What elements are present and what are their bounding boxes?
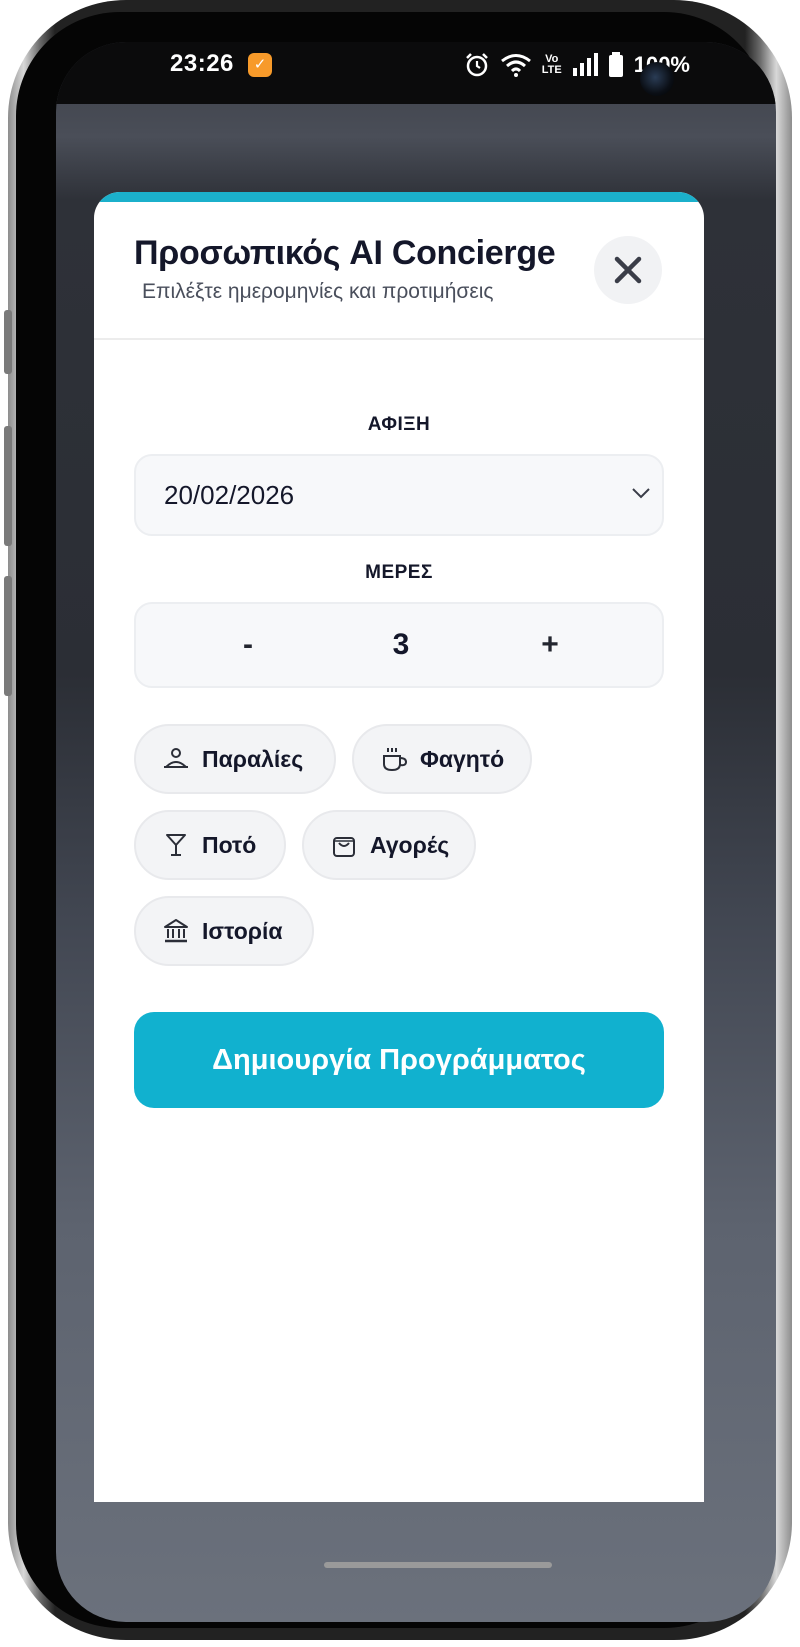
close-button[interactable] — [594, 236, 662, 304]
volte-icon: Vo LTE — [542, 54, 562, 76]
concierge-modal: Προσωπικός AI Concierge Επιλέξτε ημερομη… — [94, 192, 704, 1502]
generate-itinerary-button[interactable]: Δημιουργία Προγράμματος — [134, 1012, 664, 1108]
days-stepper: - 3 + — [134, 602, 664, 688]
phone-bezel: 23:26 ✓ Vo LTE Προσωπικός AI Concierge Ε… — [16, 12, 776, 1628]
increment-button[interactable]: + — [510, 604, 590, 686]
chip-label: Φαγητό — [420, 745, 505, 772]
days-label: ΜΕΡΕΣ — [365, 562, 433, 583]
modal-header: Προσωπικός AI Concierge Επιλέξτε ημερομη… — [94, 202, 704, 340]
front-camera — [640, 62, 674, 96]
chip-history[interactable]: Ιστορία — [134, 896, 314, 966]
chip-label: Παραλίες — [202, 745, 304, 772]
arrival-label: ΑΦΙΞΗ — [367, 414, 431, 435]
wifi-icon — [500, 54, 531, 77]
arrival-date-select[interactable]: 20/02/2026 — [134, 454, 664, 536]
chip-shopping[interactable]: Αγορές — [302, 810, 476, 880]
app-notification-icon: ✓ — [248, 53, 272, 77]
alarm-icon — [465, 53, 488, 77]
cocktail-glass-icon — [166, 834, 186, 856]
signal-icon — [572, 53, 598, 76]
volte-bottom-text: LTE — [541, 64, 562, 76]
chip-drinks[interactable]: Ποτό — [134, 810, 286, 880]
chip-label: Ιστορία — [202, 917, 283, 944]
chevron-down-icon — [632, 488, 650, 499]
museum-icon — [164, 919, 188, 943]
modal-subtitle: Επιλέξτε ημερομηνίες και προτιμήσεις — [142, 280, 494, 303]
shopping-bag-icon — [333, 837, 355, 857]
chip-food[interactable]: Φαγητό — [352, 724, 532, 794]
battery-icon — [608, 52, 623, 77]
screen: 23:26 ✓ Vo LTE Προσωπικός AI Concierge Ε… — [56, 42, 776, 1622]
chip-beaches[interactable]: Παραλίες — [134, 724, 336, 794]
phone-side-button — [4, 576, 12, 696]
status-time: 23:26 — [170, 50, 234, 77]
phone-side-button — [4, 426, 12, 546]
modal-title: Προσωπικός AI Concierge — [134, 234, 556, 272]
arrival-date-value: 20/02/2026 — [164, 479, 295, 510]
person-beach-icon — [164, 748, 188, 768]
status-bar: 23:26 ✓ Vo LTE — [56, 42, 776, 104]
close-icon — [614, 256, 642, 284]
coffee-cup-icon — [383, 748, 408, 772]
chip-label: Ποτό — [202, 831, 257, 858]
home-indicator[interactable] — [324, 1562, 552, 1568]
chip-label: Αγορές — [370, 831, 450, 858]
phone-side-button — [4, 310, 12, 374]
days-value: 3 — [392, 628, 410, 661]
modal-accent-bar — [94, 192, 704, 202]
decrement-button[interactable]: - — [208, 604, 288, 686]
